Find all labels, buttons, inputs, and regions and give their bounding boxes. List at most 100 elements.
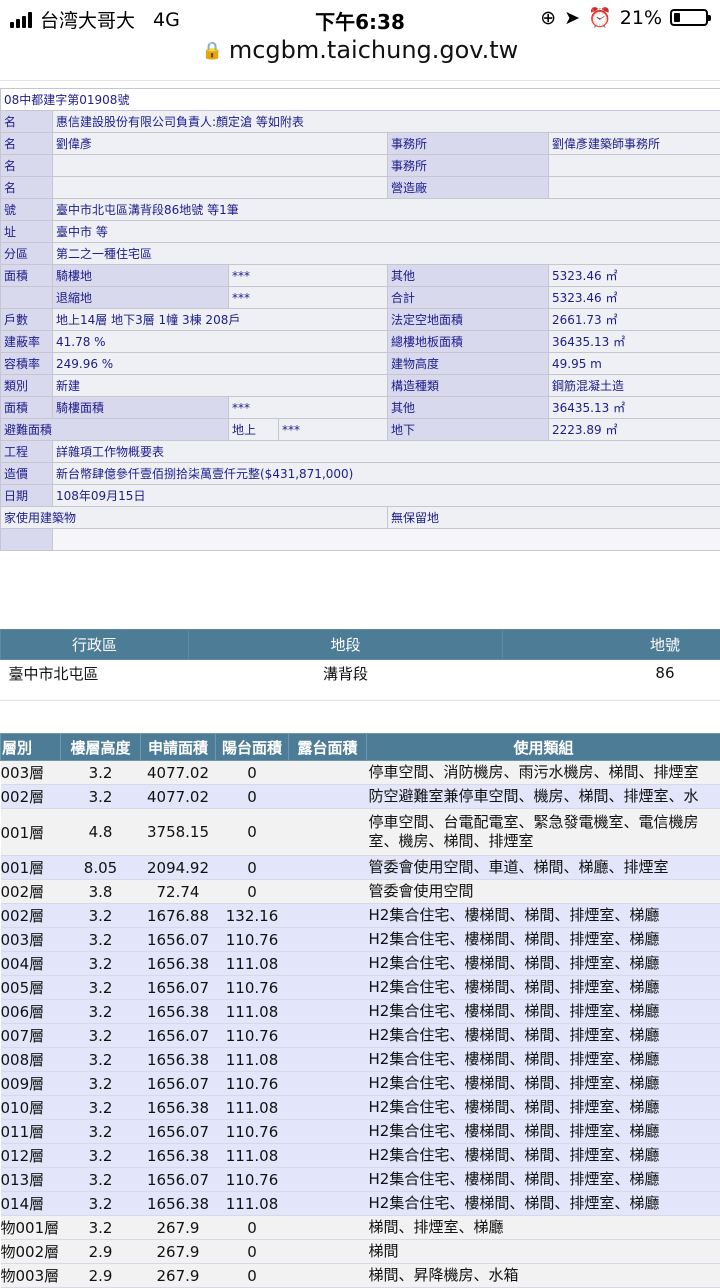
info-row: 家使用建築物 無保留地	[1, 507, 720, 529]
floor-row: 物003層2.9267.90梯間、昇降機房、水箱	[1, 1264, 720, 1288]
terrace-area	[289, 1144, 367, 1168]
info-value: 詳雜項工作物概要表	[53, 441, 720, 463]
header-floor: 層別	[1, 734, 61, 761]
floor-area: 1676.88	[141, 904, 216, 928]
info-sublabel: 地上	[229, 419, 279, 441]
info-value	[549, 177, 720, 199]
usage-group: 梯間、昇降機房、水箱	[367, 1264, 720, 1288]
floor-row: 013層3.21656.07110.76H2集合住宅、樓梯間、梯間、排煙室、梯廳	[1, 1168, 720, 1192]
usage-group: 停車空間、消防機房、雨污水機房、梯間、排煙室	[367, 761, 720, 785]
terrace-area	[289, 1000, 367, 1024]
balcony-area: 110.76	[216, 1120, 289, 1144]
balcony-area: 110.76	[216, 976, 289, 1000]
info-label: 號	[1, 199, 53, 221]
lot-row: 臺中市北屯區 溝背段 86	[1, 660, 720, 687]
info-label: 戶數	[1, 309, 53, 331]
floor-height: 3.2	[61, 904, 141, 928]
info-value	[53, 155, 388, 177]
info-row: 造價 新台幣肆億參仟壹佰捌拾柒萬壹仟元整($431,871,000)	[1, 463, 720, 485]
info-label: 面積	[1, 265, 53, 287]
terrace-area	[289, 1096, 367, 1120]
info-row: 容積率 249.96 % 建物高度 49.95 m	[1, 353, 720, 375]
usage-group: 管委會使用空間	[367, 880, 720, 904]
floor-height: 3.2	[61, 785, 141, 809]
info-sublabel: 騎樓面積	[53, 397, 229, 419]
floor-row: 001層4.83758.150停車空間、台電配電室、緊急發電機室、電信機房室、機…	[1, 809, 720, 856]
floor-row: 002層3.872.740管委會使用空間	[1, 880, 720, 904]
permit-number-row: 08中都建字第01908號	[1, 89, 720, 111]
terrace-area	[289, 880, 367, 904]
info-value	[549, 155, 720, 177]
info-row: 退縮地 *** 合計 5323.46 ㎡	[1, 287, 720, 309]
floor-row: 007層3.21656.07110.76H2集合住宅、樓梯間、梯間、排煙室、梯廳	[1, 1024, 720, 1048]
url-text: mcgbm.taichung.gov.tw	[229, 36, 518, 64]
floor-table-body: 003層3.24077.020停車空間、消防機房、雨污水機房、梯間、排煙室002…	[1, 761, 720, 1288]
floor-name: 010層	[1, 1096, 61, 1120]
balcony-area: 110.76	[216, 1072, 289, 1096]
terrace-area	[289, 1024, 367, 1048]
floor-height: 3.2	[61, 761, 141, 785]
info-label: 構造種類	[388, 375, 549, 397]
header-usage: 使用類組	[367, 734, 720, 761]
floor-name: 物003層	[1, 1264, 61, 1288]
balcony-area: 111.08	[216, 1096, 289, 1120]
terrace-area	[289, 856, 367, 880]
terrace-area	[289, 761, 367, 785]
balcony-area: 0	[216, 761, 289, 785]
floor-row: 008層3.21656.38111.08H2集合住宅、樓梯間、梯間、排煙室、梯廳	[1, 1048, 720, 1072]
usage-group: 梯間	[367, 1240, 720, 1264]
balcony-area: 110.76	[216, 928, 289, 952]
floor-name: 008層	[1, 1048, 61, 1072]
info-value: 第二之一種住宅區	[53, 243, 720, 265]
floor-row: 001層8.052094.920管委會使用空間、車道、梯間、梯廳、排煙室	[1, 856, 720, 880]
terrace-area	[289, 1264, 367, 1288]
usage-group: H2集合住宅、樓梯間、梯間、排煙室、梯廳	[367, 1192, 720, 1216]
info-value: 臺中市北屯區溝背段86地號 等1筆	[53, 199, 720, 221]
floor-height: 3.2	[61, 1168, 141, 1192]
info-value: 49.95 m	[549, 353, 720, 375]
floor-name: 011層	[1, 1120, 61, 1144]
lot-header-number: 地號	[503, 630, 720, 660]
floor-area: 1656.07	[141, 976, 216, 1000]
info-value: 2223.89 ㎡	[549, 419, 720, 441]
info-row: 分區 第二之一種住宅區	[1, 243, 720, 265]
floor-area: 1656.07	[141, 1168, 216, 1192]
info-label: 名	[1, 177, 53, 199]
location-icon: ➤	[564, 7, 580, 29]
terrace-area	[289, 1048, 367, 1072]
floor-area: 4077.02	[141, 761, 216, 785]
info-row: 避難面積 地上 *** 地下 2223.89 ㎡	[1, 419, 720, 441]
floor-row: 012層3.21656.38111.08H2集合住宅、樓梯間、梯間、排煙室、梯廳	[1, 1144, 720, 1168]
info-label: 家使用建築物	[1, 507, 388, 529]
address-bar[interactable]: 🔒mcgbm.taichung.gov.tw	[0, 36, 720, 76]
balcony-area: 132.16	[216, 904, 289, 928]
info-label: 避難面積	[1, 419, 229, 441]
floor-height: 3.2	[61, 1000, 141, 1024]
info-value: ***	[229, 287, 388, 309]
floor-area: 267.9	[141, 1240, 216, 1264]
terrace-area	[289, 952, 367, 976]
info-sublabel: 騎樓地	[53, 265, 229, 287]
floor-area: 1656.38	[141, 1144, 216, 1168]
balcony-area: 110.76	[216, 1168, 289, 1192]
info-label: 地下	[388, 419, 549, 441]
header-height: 樓層高度	[61, 734, 141, 761]
floor-name: 012層	[1, 1144, 61, 1168]
floor-height: 3.2	[61, 1072, 141, 1096]
status-bar: 台湾大哥大 4G 下午6:38 ⊕ ➤ ⏰ 21%	[0, 0, 720, 38]
battery-percent: 21%	[620, 7, 662, 29]
info-label	[1, 529, 53, 551]
terrace-area	[289, 1192, 367, 1216]
terrace-area	[289, 976, 367, 1000]
floor-name: 013層	[1, 1168, 61, 1192]
info-label: 工程	[1, 441, 53, 463]
lot-header-section: 地段	[189, 630, 503, 660]
floor-area: 3758.15	[141, 809, 216, 856]
floor-name: 004層	[1, 952, 61, 976]
floor-name: 003層	[1, 928, 61, 952]
info-value: 36435.13 ㎡	[549, 331, 720, 353]
floor-row: 物002層2.9267.90梯間	[1, 1240, 720, 1264]
info-value: 地上14層 地下3層 1幢 3棟 208戶	[53, 309, 388, 331]
usage-group: 管委會使用空間、車道、梯間、梯廳、排煙室	[367, 856, 720, 880]
floor-row: 006層3.21656.38111.08H2集合住宅、樓梯間、梯間、排煙室、梯廳	[1, 1000, 720, 1024]
